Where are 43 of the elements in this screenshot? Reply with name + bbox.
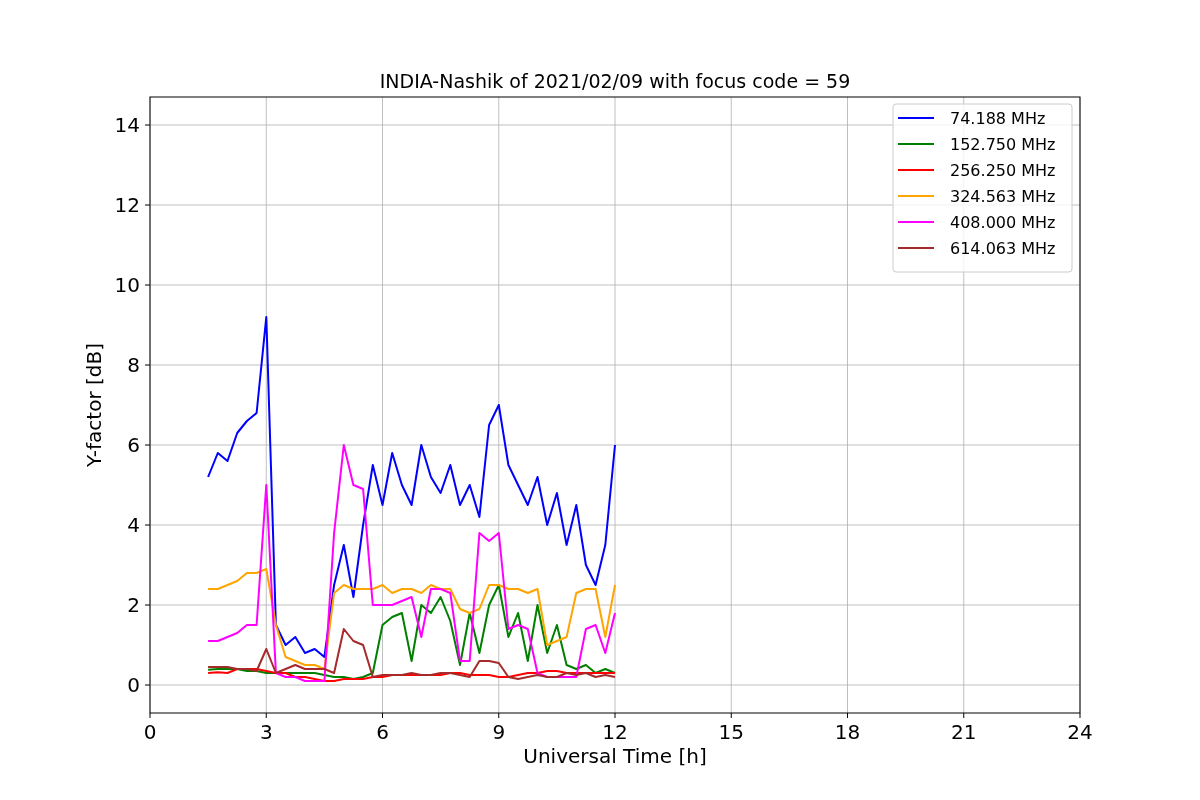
tick-mark xyxy=(144,444,151,446)
x-tick-label: 18 xyxy=(834,720,861,744)
tick-mark xyxy=(144,204,151,206)
x-tick-label: 15 xyxy=(718,720,744,744)
tick-mark xyxy=(149,712,151,719)
x-tick-label: 6 xyxy=(376,720,389,744)
y-tick-label: 8 xyxy=(127,353,140,377)
tick-mark xyxy=(144,124,151,126)
y-tick-label: 0 xyxy=(127,673,140,697)
tick-mark xyxy=(265,712,267,719)
y-tick-label: 6 xyxy=(127,433,140,457)
y-tick-label: 2 xyxy=(127,593,140,617)
legend-label: 256.250 MHz xyxy=(950,161,1056,180)
y-tick-label: 12 xyxy=(114,193,140,217)
tick-mark xyxy=(730,712,732,719)
y-tick-label: 4 xyxy=(127,513,140,537)
tick-mark xyxy=(144,284,151,286)
tick-mark xyxy=(847,712,848,719)
x-tick-label: 9 xyxy=(492,720,506,744)
x-tick-label: 12 xyxy=(602,720,628,744)
legend-label: 152.750 MHz xyxy=(950,135,1056,154)
y-tick-label: 10 xyxy=(114,273,140,297)
legend-label: 408.000 MHz xyxy=(950,213,1056,232)
legend-label: 74.188 MHz xyxy=(950,109,1046,128)
tick-mark xyxy=(963,712,965,719)
legend-label: 324.563 MHz xyxy=(950,187,1056,206)
tick-mark xyxy=(144,684,151,686)
tick-mark xyxy=(382,712,383,719)
x-tick-label: 24 xyxy=(1067,720,1093,744)
x-tick-label: 21 xyxy=(951,720,977,744)
x-axis-label: Universal Time [h] xyxy=(523,744,707,768)
tick-mark xyxy=(144,364,151,366)
tick-mark xyxy=(498,712,500,719)
tick-mark xyxy=(614,712,616,719)
tick-mark xyxy=(144,604,151,606)
y-axis-label: Y-factor [dB] xyxy=(82,343,106,467)
x-tick-label: 3 xyxy=(259,720,273,744)
y-tick-label: 14 xyxy=(114,113,140,137)
tick-mark xyxy=(1079,712,1081,719)
chart-title: INDIA-Nashik of 2021/02/09 with focus code = 59 xyxy=(379,70,851,92)
legend-label: 614.063 MHz xyxy=(950,239,1056,258)
tick-mark xyxy=(144,524,151,526)
x-tick-label: 0 xyxy=(143,720,157,744)
